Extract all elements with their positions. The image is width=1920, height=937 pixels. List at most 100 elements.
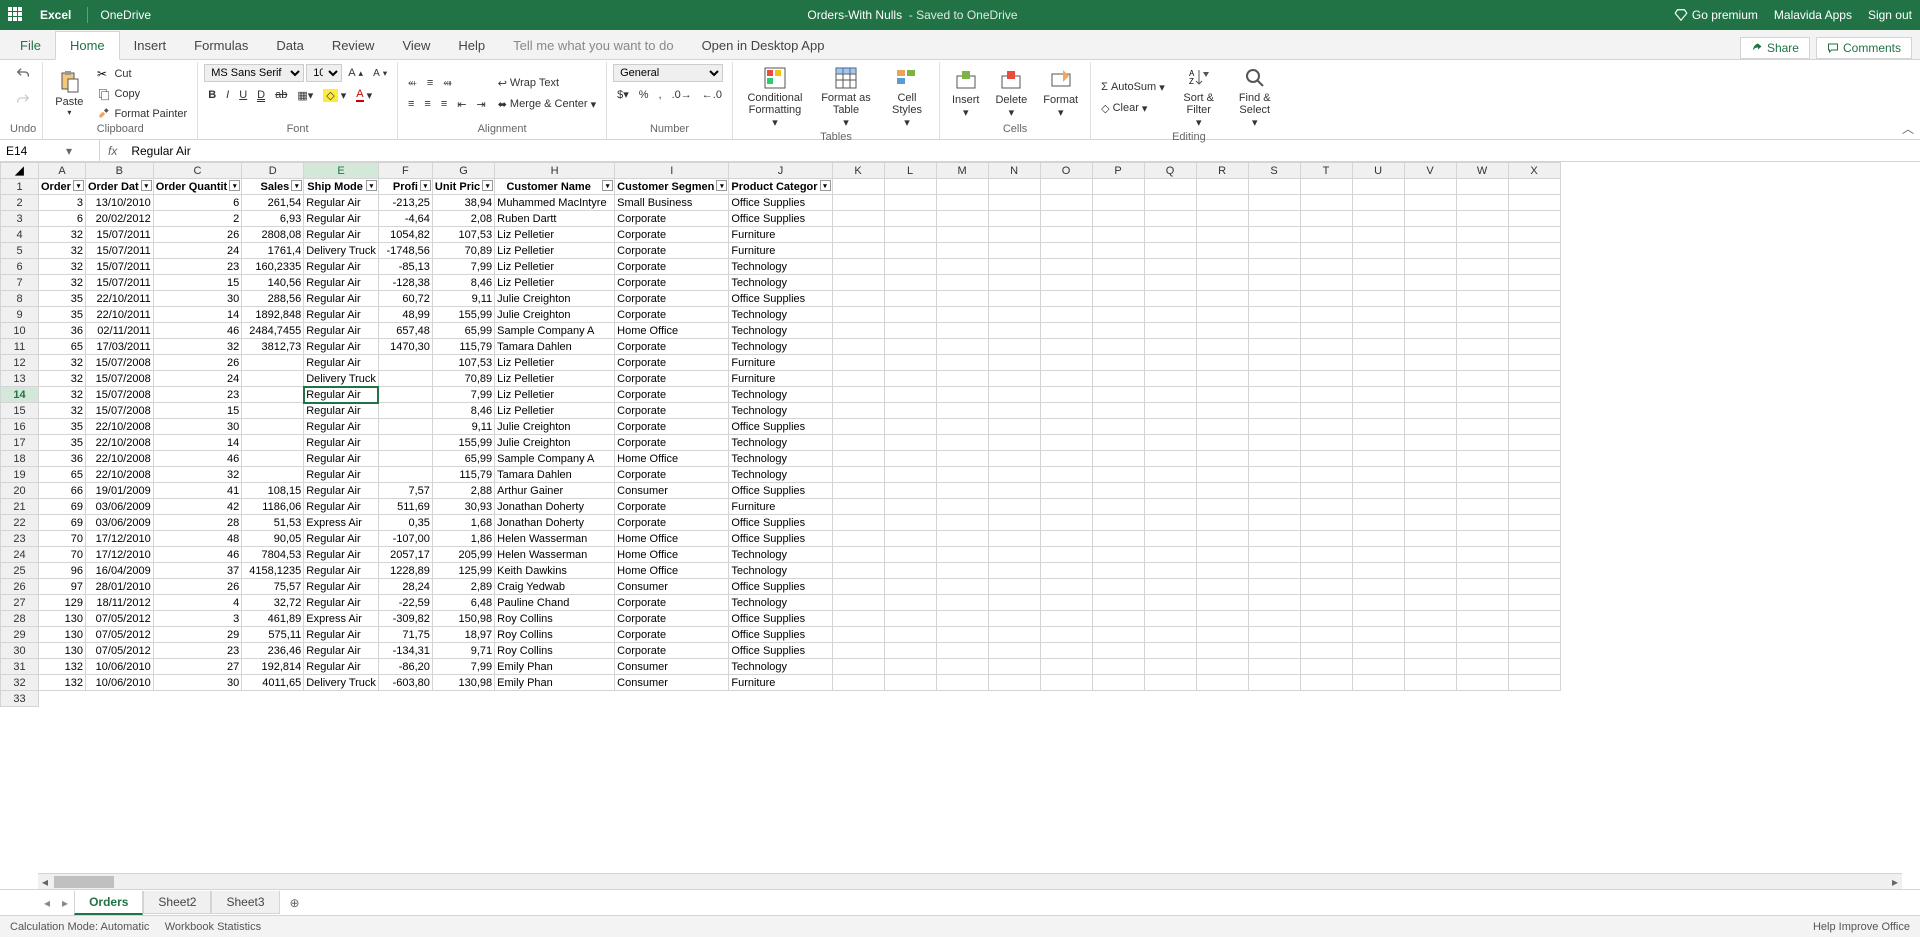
cell-K27[interactable] — [832, 595, 884, 611]
cell-T28[interactable] — [1300, 611, 1352, 627]
cell-C31[interactable]: 27 — [153, 659, 242, 675]
cell-P32[interactable] — [1092, 675, 1144, 691]
cell-N31[interactable] — [988, 659, 1040, 675]
cell-T10[interactable] — [1300, 323, 1352, 339]
cell-J2[interactable]: Office Supplies — [729, 195, 832, 211]
cell-F29[interactable]: 71,75 — [378, 627, 432, 643]
cell-V11[interactable] — [1404, 339, 1456, 355]
cell-B27[interactable]: 18/11/2012 — [85, 595, 153, 611]
cell-B21[interactable]: 03/06/2009 — [85, 499, 153, 515]
cell-V9[interactable] — [1404, 307, 1456, 323]
cell-E29[interactable]: Regular Air — [304, 627, 379, 643]
document-title[interactable]: Orders-With Nulls — [807, 8, 902, 22]
cell-F10[interactable]: 657,48 — [378, 323, 432, 339]
cell-V10[interactable] — [1404, 323, 1456, 339]
cell-F17[interactable] — [378, 435, 432, 451]
cell-A30[interactable]: 130 — [39, 643, 86, 659]
cell-T3[interactable] — [1300, 211, 1352, 227]
cell-N14[interactable] — [988, 387, 1040, 403]
cell-J14[interactable]: Technology — [729, 387, 832, 403]
cell-H12[interactable]: Liz Pelletier — [495, 355, 615, 371]
cell-O7[interactable] — [1040, 275, 1092, 291]
cell-B15[interactable]: 15/07/2008 — [85, 403, 153, 419]
cell-L29[interactable] — [884, 627, 936, 643]
cell-K29[interactable] — [832, 627, 884, 643]
cell-N22[interactable] — [988, 515, 1040, 531]
cell-C22[interactable]: 28 — [153, 515, 242, 531]
cell-O20[interactable] — [1040, 483, 1092, 499]
cell-W8[interactable] — [1456, 291, 1508, 307]
cell-U10[interactable] — [1352, 323, 1404, 339]
cell-X22[interactable] — [1508, 515, 1560, 531]
workbook-stats[interactable]: Workbook Statistics — [165, 921, 261, 933]
col-header-B[interactable]: B — [85, 163, 153, 179]
cell-H25[interactable]: Keith Dawkins — [495, 563, 615, 579]
cell-V15[interactable] — [1404, 403, 1456, 419]
cell-B10[interactable]: 02/11/2011 — [85, 323, 153, 339]
cell-M26[interactable] — [936, 579, 988, 595]
cell-K30[interactable] — [832, 643, 884, 659]
cell-S23[interactable] — [1248, 531, 1300, 547]
cell-E16[interactable]: Regular Air — [304, 419, 379, 435]
cell-N28[interactable] — [988, 611, 1040, 627]
cell-R23[interactable] — [1196, 531, 1248, 547]
cell-X30[interactable] — [1508, 643, 1560, 659]
cell-L31[interactable] — [884, 659, 936, 675]
cell-R30[interactable] — [1196, 643, 1248, 659]
cell-P19[interactable] — [1092, 467, 1144, 483]
cell-K32[interactable] — [832, 675, 884, 691]
cell-C11[interactable]: 32 — [153, 339, 242, 355]
cell-O8[interactable] — [1040, 291, 1092, 307]
cell-U14[interactable] — [1352, 387, 1404, 403]
cell-W26[interactable] — [1456, 579, 1508, 595]
cell-O5[interactable] — [1040, 243, 1092, 259]
cell-K9[interactable] — [832, 307, 884, 323]
cell-E18[interactable]: Regular Air — [304, 451, 379, 467]
cell-S14[interactable] — [1248, 387, 1300, 403]
cell-N30[interactable] — [988, 643, 1040, 659]
cell-S3[interactable] — [1248, 211, 1300, 227]
cell-L2[interactable] — [884, 195, 936, 211]
cell-X24[interactable] — [1508, 547, 1560, 563]
cell-S15[interactable] — [1248, 403, 1300, 419]
cell-G24[interactable]: 205,99 — [432, 547, 494, 563]
cell-E31[interactable]: Regular Air — [304, 659, 379, 675]
row-header-4[interactable]: 4 — [1, 227, 39, 243]
cell-U19[interactable] — [1352, 467, 1404, 483]
cell-R14[interactable] — [1196, 387, 1248, 403]
comma-button[interactable]: , — [655, 87, 666, 103]
cell-B6[interactable]: 15/07/2011 — [85, 259, 153, 275]
cell-H16[interactable]: Julie Creighton — [495, 419, 615, 435]
align-center-button[interactable]: ≡ — [420, 96, 434, 112]
tab-formulas[interactable]: Formulas — [180, 32, 262, 59]
cell-H21[interactable]: Jonathan Doherty — [495, 499, 615, 515]
cell-S11[interactable] — [1248, 339, 1300, 355]
cell-P21[interactable] — [1092, 499, 1144, 515]
cell-Q21[interactable] — [1144, 499, 1196, 515]
cell-R2[interactable] — [1196, 195, 1248, 211]
font-size-select[interactable]: 10 — [306, 64, 342, 82]
cell-A4[interactable]: 32 — [39, 227, 86, 243]
cell-M23[interactable] — [936, 531, 988, 547]
cell-W19[interactable] — [1456, 467, 1508, 483]
cell-X25[interactable] — [1508, 563, 1560, 579]
cell-O29[interactable] — [1040, 627, 1092, 643]
cell-F15[interactable] — [378, 403, 432, 419]
cell-V7[interactable] — [1404, 275, 1456, 291]
fill-color-button[interactable]: ◇▾ — [319, 87, 350, 104]
cell-W29[interactable] — [1456, 627, 1508, 643]
cell-W15[interactable] — [1456, 403, 1508, 419]
cell-C9[interactable]: 14 — [153, 307, 242, 323]
cell-U25[interactable] — [1352, 563, 1404, 579]
cell-D32[interactable]: 4011,65 — [242, 675, 304, 691]
cell-R18[interactable] — [1196, 451, 1248, 467]
cell-Q16[interactable] — [1144, 419, 1196, 435]
cell-H7[interactable]: Liz Pelletier — [495, 275, 615, 291]
cell-A20[interactable]: 66 — [39, 483, 86, 499]
align-right-button[interactable]: ≡ — [437, 96, 451, 112]
cell-M28[interactable] — [936, 611, 988, 627]
cell-M5[interactable] — [936, 243, 988, 259]
cell-M17[interactable] — [936, 435, 988, 451]
cell-R12[interactable] — [1196, 355, 1248, 371]
cell-O32[interactable] — [1040, 675, 1092, 691]
